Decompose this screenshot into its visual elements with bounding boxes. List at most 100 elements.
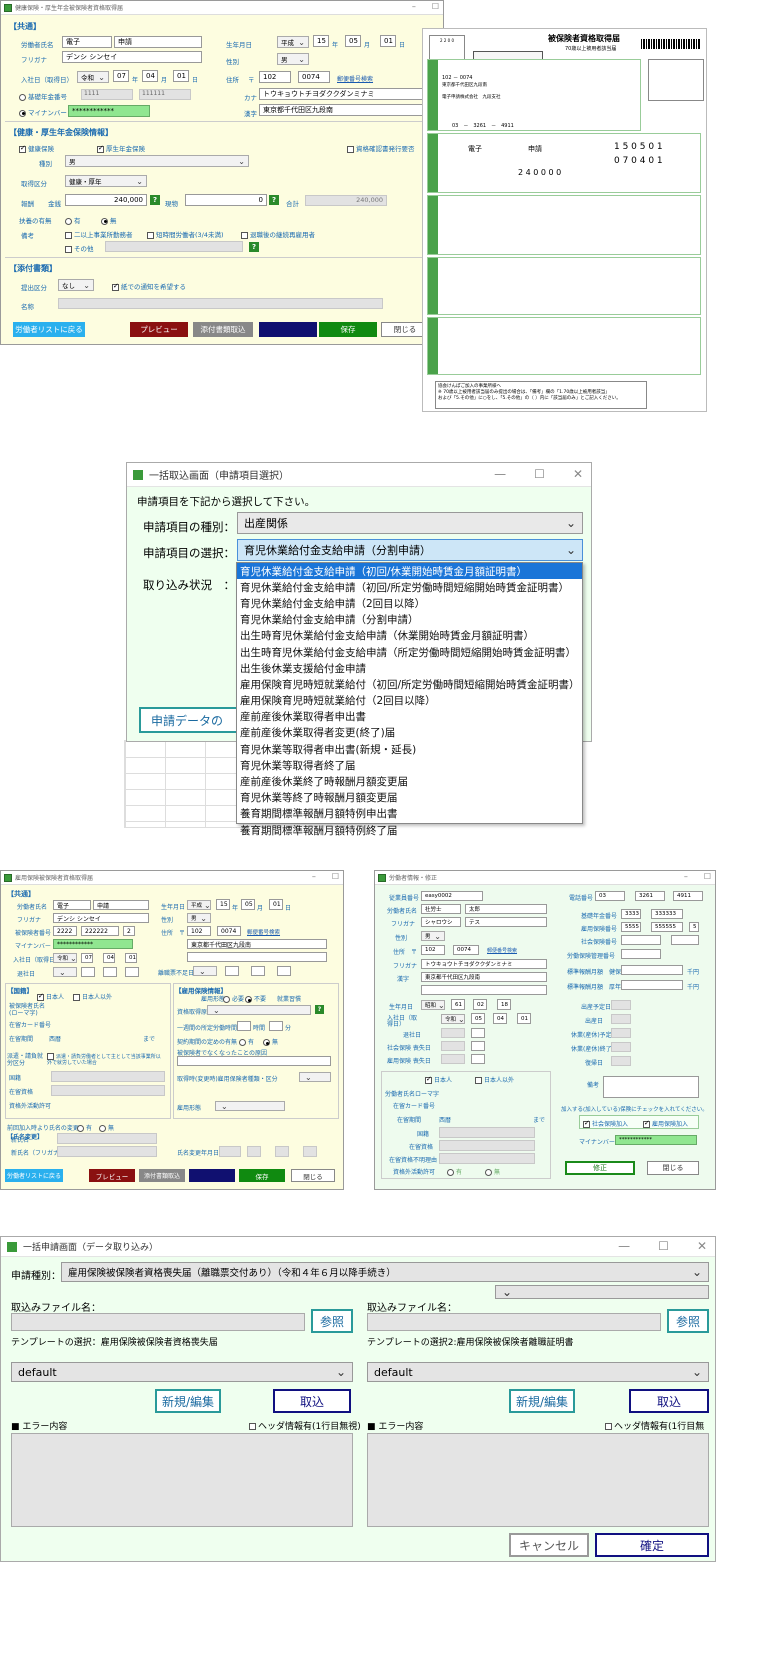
- leave-year[interactable]: [471, 1028, 485, 1038]
- first-name-input[interactable]: 申請: [93, 900, 149, 910]
- contract-no-radio[interactable]: 無: [263, 1037, 278, 1046]
- birth-day-input[interactable]: 01: [380, 35, 396, 47]
- birth-month-input[interactable]: 05: [345, 35, 361, 47]
- dropdown-option[interactable]: 育児休業給付金支給申請（2回目以降）: [237, 595, 582, 611]
- emp-era[interactable]: [441, 1054, 465, 1064]
- birth-era-select[interactable]: 昭和: [421, 1000, 445, 1010]
- birth-era-select[interactable]: 平成: [187, 900, 211, 910]
- ins3-input[interactable]: 2: [123, 926, 135, 936]
- note-other-input[interactable]: [105, 241, 243, 252]
- application-data-button[interactable]: 申請データの: [139, 707, 243, 733]
- std-p-input[interactable]: [621, 980, 683, 990]
- leave-month-input[interactable]: [103, 967, 117, 977]
- cancel-button[interactable]: キャンセル: [509, 1533, 589, 1557]
- minimize-icon[interactable]: —: [494, 467, 506, 481]
- minimize-icon[interactable]: –: [312, 872, 316, 881]
- join-era-select[interactable]: 令和: [77, 71, 109, 83]
- birth-month-input[interactable]: 02: [473, 999, 487, 1010]
- empins2-input[interactable]: 555555: [651, 922, 683, 932]
- import-button-left[interactable]: 取込: [273, 1389, 351, 1413]
- kana-last-input[interactable]: シャロウシ: [421, 917, 461, 927]
- zip-search-link[interactable]: 郵便番号検索: [487, 947, 517, 954]
- first-name-input[interactable]: 申請: [114, 36, 202, 48]
- health-checkbox[interactable]: 健康保険: [19, 143, 54, 153]
- close-button[interactable]: 閉じる: [647, 1161, 699, 1175]
- welfare-checkbox[interactable]: 厚生年金保険: [97, 143, 145, 153]
- emp-join-checkbox[interactable]: 雇用保険加入: [643, 1119, 688, 1128]
- soc-no2-input[interactable]: [671, 935, 699, 945]
- change-era[interactable]: [219, 1146, 241, 1157]
- return-era[interactable]: [611, 1056, 631, 1066]
- kind-select[interactable]: 雇用保険被保険者資格喪失届（離職票交付あり）（令和４年６月以降手続き）: [61, 1262, 709, 1282]
- gender-select[interactable]: 男: [277, 53, 309, 65]
- kana-input[interactable]: デンシ シンセイ: [62, 51, 202, 63]
- help-icon[interactable]: ?: [315, 1005, 324, 1014]
- blank-button[interactable]: [189, 1169, 235, 1182]
- birth-date-era[interactable]: [611, 1014, 631, 1024]
- zip1-input[interactable]: 102: [421, 945, 445, 955]
- maximize-icon[interactable]: ☐: [534, 467, 545, 481]
- change-no-radio[interactable]: 無: [99, 1123, 114, 1132]
- join-year-input[interactable]: 07: [113, 70, 129, 82]
- zip2-input[interactable]: 0074: [453, 945, 479, 955]
- first-name-input[interactable]: 太郎: [465, 904, 547, 914]
- mynumber-input[interactable]: ************: [615, 1135, 697, 1145]
- dropdown-option[interactable]: 出生時育児休業給付金支給申請（休業開始時賃金月額証明書）: [237, 628, 582, 644]
- country-input[interactable]: [51, 1071, 165, 1082]
- nonjp-checkbox[interactable]: 日本人以外: [475, 1075, 514, 1084]
- help-icon[interactable]: ?: [269, 195, 279, 205]
- back-to-list-button[interactable]: 労働者リストに戻る: [5, 1169, 63, 1182]
- join-day-input[interactable]: 01: [517, 1013, 531, 1024]
- minimize-icon[interactable]: –: [412, 2, 416, 11]
- pension-radio[interactable]: 基礎年金番号: [19, 91, 67, 101]
- basic2-input[interactable]: 333333: [651, 909, 683, 919]
- new-kana-input[interactable]: [57, 1146, 157, 1157]
- birth-month-input[interactable]: 05: [241, 899, 255, 910]
- cause-select[interactable]: [207, 1005, 311, 1015]
- mynumber-radio[interactable]: マイナンバー: [19, 107, 67, 117]
- goods-input[interactable]: 0: [185, 194, 267, 206]
- dropdown-option[interactable]: 養育期間標準報酬月額特例終了届: [237, 822, 582, 838]
- fix-button[interactable]: 修正: [565, 1161, 635, 1175]
- preview-button[interactable]: プレビュー: [89, 1169, 135, 1182]
- blank-button[interactable]: [259, 322, 317, 337]
- addr-input[interactable]: 東京都千代田区九段南: [259, 104, 429, 116]
- join-year-input[interactable]: 05: [471, 1013, 485, 1024]
- tel3-input[interactable]: 4911: [673, 891, 703, 901]
- browse-button-right[interactable]: 参照: [667, 1309, 709, 1333]
- mynumber-input[interactable]: ************: [68, 105, 150, 117]
- dropdown-option[interactable]: 養育期間標準報酬月額特例申出書: [237, 806, 582, 822]
- join-month-input[interactable]: 04: [142, 70, 158, 82]
- join-day-input[interactable]: 01: [125, 953, 137, 963]
- prev-day-input[interactable]: [277, 966, 291, 976]
- paper-checkbox[interactable]: 紙での通知を希望する: [112, 281, 186, 291]
- dropdown-option[interactable]: 雇用保険育児時短就業給付（初回/所定労働時間短縮開始時賃金証明書）: [237, 676, 582, 692]
- dep-yes-radio[interactable]: 有: [65, 215, 81, 225]
- dropdown-option[interactable]: 産前産後休業取得者申出書: [237, 709, 582, 725]
- soc-no-input[interactable]: [621, 935, 661, 945]
- birth-year-input[interactable]: 15: [313, 35, 329, 47]
- nonstatus-input[interactable]: [439, 1153, 535, 1164]
- change-yes-radio[interactable]: 有: [77, 1123, 92, 1132]
- fname-input[interactable]: [58, 298, 383, 309]
- attach-import-button[interactable]: 添付書類取込: [193, 322, 253, 337]
- prev-year-input[interactable]: [225, 966, 239, 976]
- jp-checkbox[interactable]: 日本人: [425, 1075, 452, 1084]
- reason-input[interactable]: [177, 1056, 331, 1066]
- submit-select[interactable]: なし: [58, 279, 94, 291]
- ins1-input[interactable]: 2222: [53, 926, 77, 936]
- join-month-input[interactable]: 04: [103, 953, 115, 963]
- empins3-input[interactable]: 5: [689, 922, 699, 932]
- maximize-icon[interactable]: ☐: [332, 872, 339, 881]
- basic1-input[interactable]: 3333: [621, 909, 641, 919]
- change-month[interactable]: [275, 1146, 289, 1157]
- dropdown-option[interactable]: 育児休業等終了時報酬月額変更届: [237, 790, 582, 806]
- pension1-input[interactable]: 1111: [81, 89, 133, 100]
- note3-checkbox[interactable]: 退職後の継続再雇用者: [241, 229, 315, 239]
- item-select[interactable]: 育児休業給付金支給申請（分割申請）: [237, 539, 583, 561]
- permit-yes-radio[interactable]: 有: [447, 1167, 462, 1176]
- change-day[interactable]: [303, 1146, 317, 1157]
- tel1-input[interactable]: 03: [595, 891, 625, 901]
- file-input-right[interactable]: [367, 1313, 661, 1331]
- need-radio[interactable]: 必要: [223, 994, 244, 1003]
